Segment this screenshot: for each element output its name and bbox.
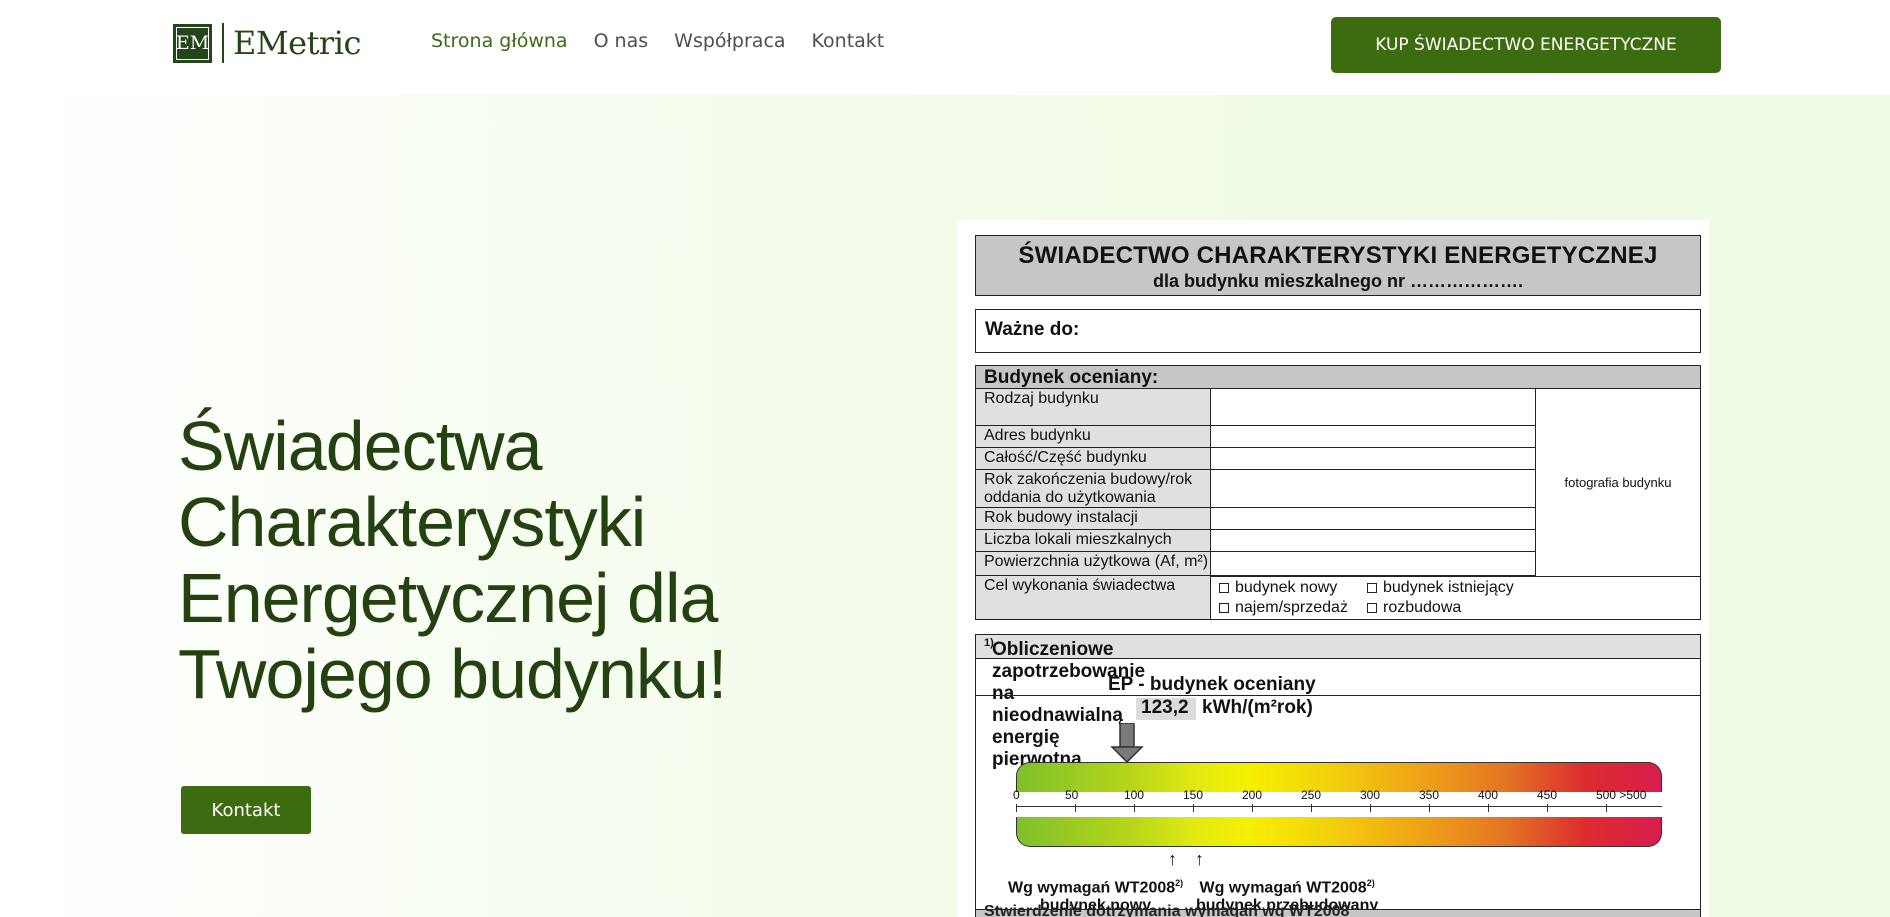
scale-tick-label: 100 (1124, 788, 1145, 802)
scale-tick-label: 500 >500 (1596, 788, 1647, 802)
scale-tick (1429, 804, 1430, 812)
purpose-options: budynek nowy budynek istniejący najem/sp… (1210, 576, 1700, 619)
nav-contact[interactable]: Kontakt (812, 30, 885, 52)
wt-compliance-title: Stwierdzenie dotrzymania wymagań wg WT20… (984, 903, 1350, 917)
logo-text: EMetric (233, 24, 361, 62)
building-section-header: Budynek oceniany: (975, 365, 1701, 388)
cell-installation-year (1210, 508, 1535, 530)
wt-rebuilt-label-line1: Wg wymagań WT2008 (1199, 879, 1367, 897)
row-address: Adres budynku (976, 426, 1210, 448)
row-installation-year: Rok budowy instalacji (976, 508, 1210, 530)
option-existing: budynek istniejący (1367, 579, 1514, 597)
option-extension-label: rozbudowa (1383, 599, 1462, 616)
option-rent-sale: najem/sprzedaż (1219, 599, 1348, 617)
buy-certificate-button[interactable]: KUP ŚWIADECTWO ENERGETYCZNE (1331, 17, 1721, 73)
option-extension: rozbudowa (1367, 599, 1461, 617)
building-section-title: Budynek oceniany: (984, 367, 1159, 388)
cell-address (1210, 426, 1535, 448)
site-header: EM EMetric Strona główna O nas Współprac… (0, 0, 1890, 95)
certificate-subtitle: dla budynku mieszkalnego nr ………………. (1152, 271, 1524, 291)
scale-tick (1016, 804, 1017, 812)
wt-new-label-line1: Wg wymagań WT2008 (1008, 879, 1176, 897)
purpose-label: Cel wykonania świadectwa (976, 576, 1210, 619)
option-new: budynek nowy (1219, 579, 1337, 597)
row-whole-part: Całość/Część budynku (976, 448, 1210, 470)
scale-tick-label: 200 (1242, 788, 1263, 802)
logo-divider (222, 23, 224, 63)
checkbox-icon (1219, 583, 1229, 593)
wt-new-note: 2) (1175, 878, 1184, 888)
cell-completion-year (1210, 470, 1535, 508)
building-table: Rodzaj budynku Adres budynku Całość/Częś… (975, 388, 1701, 620)
ep-value: 123,2 (1141, 697, 1189, 718)
scale-tick-label: 450 (1537, 788, 1558, 802)
energy-scale-bar-bottom (1016, 817, 1662, 847)
scale-tick-label: 50 (1065, 788, 1079, 802)
scale-tick (1193, 804, 1194, 812)
ep-section-title: Obliczeniowe zapotrzebowanie na nieodnaw… (984, 637, 1145, 770)
nav-home[interactable]: Strona główna (431, 30, 568, 52)
scale-tick (1075, 804, 1076, 812)
ep-label: EP - budynek oceniany (1108, 674, 1316, 695)
ep-section-header: Obliczeniowe zapotrzebowanie na nieodnaw… (975, 634, 1701, 770)
cell-units (1210, 530, 1535, 552)
option-rent-sale-label: najem/sprzedaż (1235, 599, 1348, 616)
scale-tick (1488, 804, 1489, 812)
ep-divider (976, 695, 1700, 696)
scale-tick-label: 250 (1301, 788, 1322, 802)
scale-tick (1370, 804, 1371, 812)
ep-unit: kWh/(m²rok) (1202, 697, 1313, 718)
building-photo-placeholder: fotografia budynku (1535, 389, 1700, 576)
row-completion-year: Rok zakończenia budowy/rok oddania do uż… (976, 470, 1210, 508)
ep-scale-area: EP - budynek oceniany 123,2 kWh/(m²rok) … (975, 659, 1701, 917)
main-nav: Strona główna O nas Współpraca Kontakt (431, 30, 884, 52)
energy-scale-line (1016, 806, 1662, 807)
certificate-image: ŚWIADECTWO CHARAKTERYSTYKI ENERGETYCZNEJ… (957, 220, 1709, 917)
wt-rebuilt-arrow-icon: ↑ (1195, 849, 1204, 869)
logo-mark: EM (173, 23, 212, 63)
wt-new-arrow-icon: ↑ (1168, 849, 1177, 869)
nav-about[interactable]: O nas (594, 30, 649, 52)
option-new-label: budynek nowy (1235, 579, 1338, 596)
scale-tick (1134, 804, 1135, 812)
cell-whole-part (1210, 448, 1535, 470)
checkbox-icon (1367, 583, 1377, 593)
checkbox-icon (1367, 603, 1377, 613)
wt-compliance-header: Stwierdzenie dotrzymania wymagań wg WT20… (975, 903, 1701, 917)
hero-title: Świadectwa Charakterystyki Energetycznej… (178, 407, 727, 713)
row-units: Liczba lokali mieszkalnych (976, 530, 1210, 552)
certificate-title: ŚWIADECTWO CHARAKTERYSTYKI ENERGETYCZNEJ (1018, 242, 1658, 269)
contact-button[interactable]: Kontakt (181, 786, 311, 834)
nav-cooperation[interactable]: Współpraca (674, 30, 785, 52)
option-existing-label: budynek istniejący (1383, 579, 1514, 596)
row-building-type: Rodzaj budynku (976, 389, 1210, 426)
certificate-header: ŚWIADECTWO CHARAKTERYSTYKI ENERGETYCZNEJ… (975, 235, 1701, 296)
wt-rebuilt-note: 2) (1366, 878, 1375, 888)
logo[interactable]: EM EMetric (173, 23, 361, 63)
scale-tick (1606, 804, 1607, 812)
scale-tick (1311, 804, 1312, 812)
scale-tick-label: 0 (1013, 788, 1020, 802)
cell-area (1210, 552, 1535, 576)
energy-scale-bar-top (1016, 762, 1662, 792)
valid-until-label: Ważne do: (985, 319, 1080, 340)
scale-tick-label: 300 (1360, 788, 1381, 802)
scale-tick (1547, 804, 1548, 812)
valid-until-box: Ważne do: (975, 309, 1701, 353)
ep-pointer-arrow-icon (1110, 723, 1144, 763)
cell-building-type (1210, 389, 1535, 426)
scale-tick (1252, 804, 1253, 812)
scale-tick-label: 150 (1183, 788, 1204, 802)
scale-tick-label: 400 (1478, 788, 1499, 802)
scale-tick-label: 350 (1419, 788, 1440, 802)
checkbox-icon (1219, 603, 1229, 613)
row-area: Powierzchnia użytkowa (Af, m²) (976, 552, 1210, 576)
